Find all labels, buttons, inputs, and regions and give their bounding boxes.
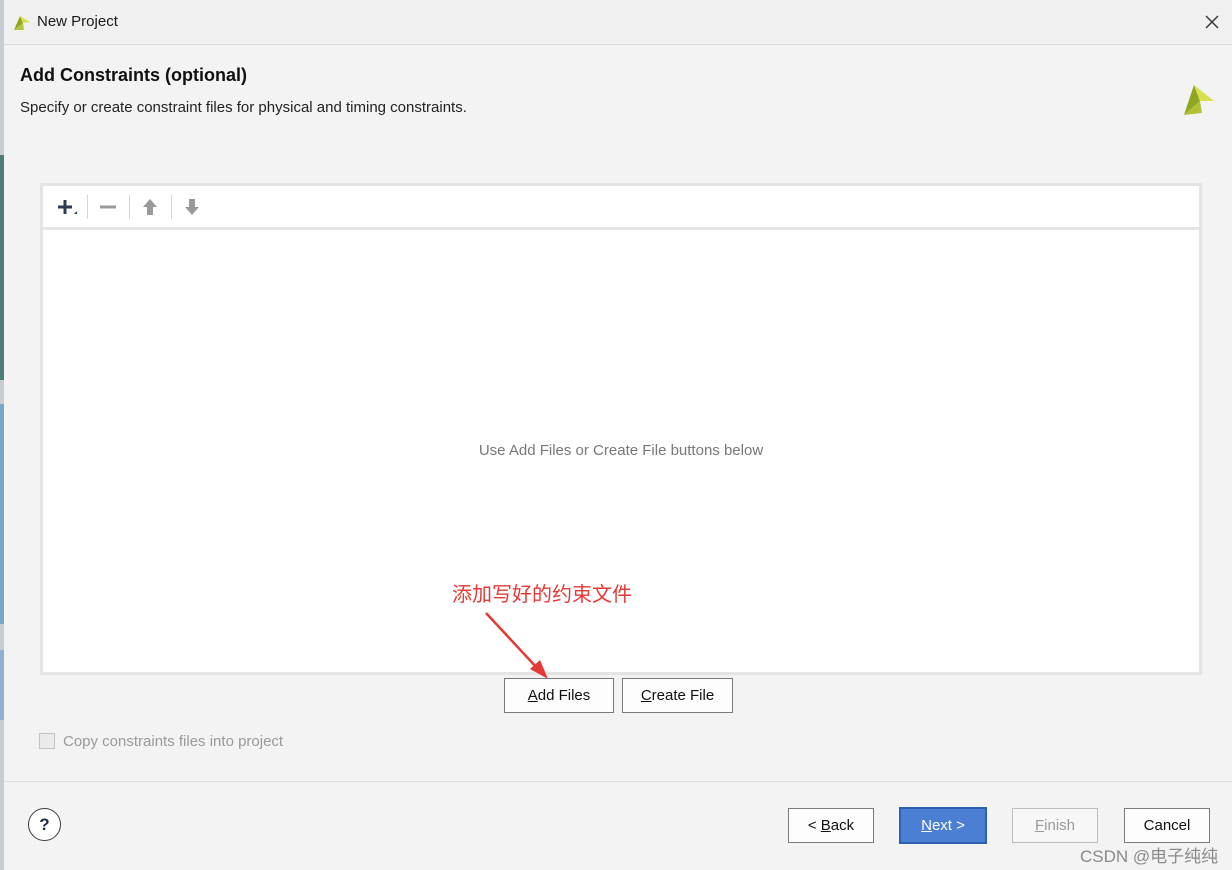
move-down-icon [185,199,199,215]
footer-divider [4,781,1232,782]
move-up-icon [143,199,157,215]
remove-button[interactable] [93,192,123,222]
close-icon [1205,15,1219,29]
copy-constraints-checkbox[interactable] [39,733,55,749]
window-title: New Project [37,13,118,30]
copy-constraints-option[interactable]: Copy constraints files into project [39,731,283,751]
move-down-button[interactable] [177,192,207,222]
create-file-button[interactable]: Create File [622,678,733,713]
remove-icon [100,205,116,209]
help-icon: ? [39,814,50,834]
copy-constraints-label: Copy constraints files into project [63,732,284,750]
page-header: Add Constraints (optional) Specify or cr… [4,45,1232,145]
watermark: CSDN @电子纯纯 [1080,847,1219,866]
empty-list-hint: Use Add Files or Create File buttons bel… [478,442,764,459]
xilinx-logo-icon [1184,85,1214,115]
add-button[interactable] [51,192,81,222]
close-button[interactable] [1198,8,1226,36]
xilinx-logo-icon [14,16,30,30]
file-list-toolbar [43,186,1199,230]
page-title: Add Constraints (optional) [20,65,247,85]
title-bar: New Project [4,0,1232,45]
finish-button[interactable]: Finish [1012,808,1098,843]
add-files-button[interactable]: Add Files [504,678,614,713]
move-up-button[interactable] [135,192,165,222]
help-button[interactable]: ? [28,808,61,841]
next-button[interactable]: Next > [899,807,987,844]
cancel-button[interactable]: Cancel [1124,808,1210,843]
add-icon [58,200,77,214]
page-subtitle: Specify or create constraint files for p… [20,99,467,116]
annotation-label: 添加写好的约束文件 [452,584,632,606]
back-button[interactable]: < Back [788,808,874,843]
new-project-dialog: New Project Add Constraints (optional) S… [4,0,1232,870]
